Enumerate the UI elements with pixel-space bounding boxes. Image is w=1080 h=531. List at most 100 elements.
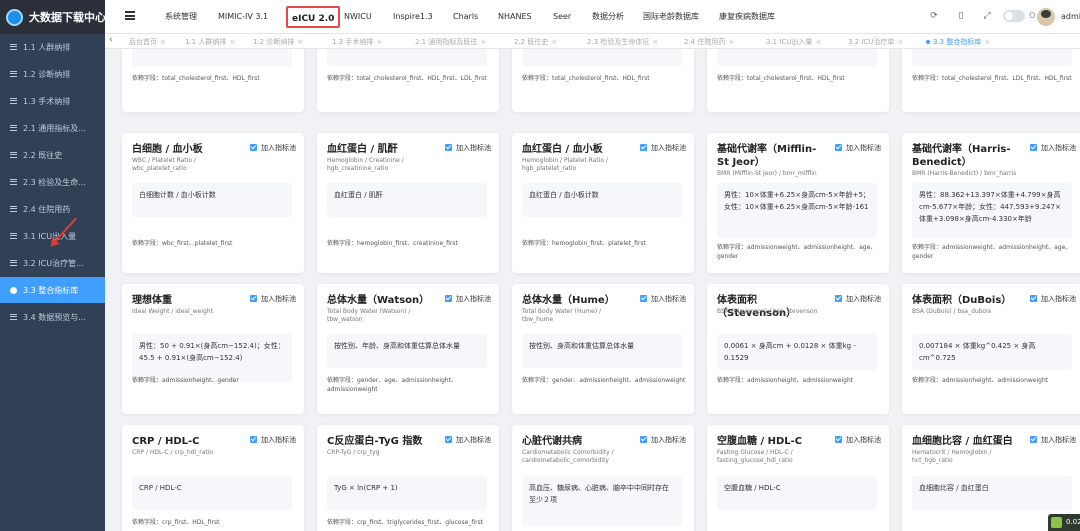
- top-nav-item[interactable]: 国际老龄数据库: [643, 0, 699, 34]
- add-to-pool-label: 加入指标池: [846, 295, 881, 303]
- add-to-pool-button[interactable]: 加入指标池: [640, 294, 686, 304]
- card-subtitle: Ideal Weight / ideal_weight: [132, 308, 213, 315]
- checkbox-checked-icon: [640, 144, 647, 151]
- add-to-pool-button[interactable]: 加入指标池: [835, 294, 881, 304]
- add-to-pool-button[interactable]: 加入指标池: [445, 294, 491, 304]
- tab-close-icon[interactable]: ×: [480, 38, 486, 46]
- top-nav-item[interactable]: 数据分析: [592, 0, 624, 34]
- card-subtitle: Total Body Water (Hume) / tbw_hume: [522, 308, 602, 323]
- indicator-card: CRP / HDL-C CRP / HDL-C / crp_hdl_ratio 加入…: [122, 425, 304, 531]
- tab-close-icon[interactable]: ×: [728, 38, 734, 46]
- add-to-pool-button[interactable]: 加入指标池: [445, 143, 491, 153]
- dependency-fields: 依赖字段：admissionweight、admissionheight、age…: [717, 244, 877, 260]
- top-nav-item[interactable]: Charls: [453, 0, 478, 34]
- add-to-pool-button[interactable]: 加入指标池: [250, 294, 296, 304]
- badge-icon: [1051, 517, 1062, 528]
- logo[interactable]: 大数据下载中心: [0, 0, 106, 34]
- dependency-fields: 依赖字段：total_cholesterol_first、HDL_first: [717, 75, 845, 82]
- tab-close-icon[interactable]: ×: [160, 38, 166, 46]
- add-to-pool-button[interactable]: 加入指标池: [250, 143, 296, 153]
- top-nav-item[interactable]: Seer: [553, 0, 571, 34]
- add-to-pool-label: 加入指标池: [651, 295, 686, 303]
- top-nav-item[interactable]: eICU 2.0: [286, 6, 341, 28]
- sidebar-item-label: 2.1 通用指标及...: [23, 123, 86, 133]
- tab[interactable]: 2.2 既往史 ×: [514, 36, 557, 48]
- top-nav-item[interactable]: 康复疾病数据库: [719, 0, 775, 34]
- tab-close-icon[interactable]: ×: [815, 38, 821, 46]
- sidebar-item[interactable]: 3.3 整合指标库: [0, 277, 105, 303]
- fullscreen-icon[interactable]: ⤢: [982, 11, 992, 21]
- sidebar-item[interactable]: 2.3 检验及生命...: [0, 169, 105, 195]
- add-to-pool-label: 加入指标池: [456, 144, 491, 152]
- indicator-card: 总胆固醇 - HDL-C 依赖字段：total_cholesterol_first…: [122, 49, 304, 112]
- tab[interactable]: 1.3 手术纳排 ×: [332, 36, 382, 48]
- add-to-pool-button[interactable]: 加入指标池: [835, 435, 881, 445]
- card-subtitle: Fasting Glucose / HDL-C / fasting_glucos…: [717, 449, 793, 464]
- tab[interactable]: 3.1 ICU出入量 ×: [766, 36, 821, 48]
- tabs-prev-icon[interactable]: ‹: [109, 35, 113, 45]
- top-nav-item[interactable]: 系统管理: [165, 0, 197, 34]
- menu-item-icon: [10, 152, 17, 158]
- menu-item-icon: [10, 233, 17, 239]
- username[interactable]: admin: [1061, 12, 1080, 21]
- tab[interactable]: 1.1 人群纳排 ×: [185, 36, 235, 48]
- tab-close-icon[interactable]: ×: [652, 38, 658, 46]
- formula-box: 白细胞计数 / 血小板计数: [132, 183, 292, 217]
- tab[interactable]: 3.2 ICU治疗单 ×: [848, 36, 903, 48]
- tab-close-icon[interactable]: ×: [897, 38, 903, 46]
- add-to-pool-button[interactable]: 加入指标池: [1030, 435, 1076, 445]
- refresh-icon[interactable]: ⟳: [929, 11, 939, 21]
- add-to-pool-button[interactable]: 加入指标池: [1030, 143, 1076, 153]
- tab-close-icon[interactable]: ×: [551, 38, 557, 46]
- avatar[interactable]: [1037, 8, 1055, 26]
- top-nav-item[interactable]: MIMIC-IV 3.1: [218, 0, 268, 34]
- indicator-card: 心脏代谢共病 Cardiometabolic Comorbidity / card…: [512, 425, 694, 531]
- indicator-card: 空腹血糖 / HDL-C Fasting Glucose / HDL-C / fa…: [707, 425, 889, 531]
- sidebar-item[interactable]: 1.3 手术纳排: [0, 88, 105, 114]
- add-to-pool-button[interactable]: 加入指标池: [640, 435, 686, 445]
- sidebar-item[interactable]: 2.1 通用指标及...: [0, 115, 105, 141]
- tab-label: 3.3 整合指标库: [933, 38, 982, 46]
- add-to-pool-button[interactable]: 加入指标池: [445, 435, 491, 445]
- add-to-pool-button[interactable]: 加入指标池: [250, 435, 296, 445]
- card-title: 体表面积（Stevenson）: [717, 295, 797, 319]
- dependency-fields: 依赖字段：gender、admissionheight、admissionwei…: [522, 377, 686, 384]
- top-navbar: 系统管理 MIMIC-IV 3.1 eICU 2.0 NWICU Inspire1.3 C…: [105, 0, 1080, 34]
- sidebar-item[interactable]: 1.1 人群纳排: [0, 34, 105, 60]
- sidebar-item[interactable]: 1.2 诊断纳排: [0, 61, 105, 87]
- sidebar-item[interactable]: 2.4 住院用药: [0, 196, 105, 222]
- menu-item-icon: [10, 286, 17, 294]
- sidebar-item[interactable]: 3.4 数据预览与...: [0, 304, 105, 330]
- theme-toggle[interactable]: [1003, 10, 1025, 22]
- tab-close-icon[interactable]: ×: [229, 38, 235, 46]
- tab[interactable]: 1.2 诊断纳排 ×: [253, 36, 303, 48]
- top-nav-item[interactable]: NHANES: [498, 0, 532, 34]
- tab-close-icon[interactable]: ×: [297, 38, 303, 46]
- indicator-card: C反应蛋白-TyG 指数 CRP-TyG / crp_tyg 加入指标池 TyG × …: [317, 425, 499, 531]
- tab[interactable]: 2.3 检验及生命体征 ×: [587, 36, 658, 48]
- add-to-pool-label: 加入指标池: [1041, 295, 1076, 303]
- add-to-pool-button[interactable]: 加入指标池: [640, 143, 686, 153]
- tab[interactable]: 2.1 通用指标及既往 ×: [415, 36, 486, 48]
- trash-icon[interactable]: ▯: [956, 11, 966, 21]
- tab[interactable]: 后台首页 ×: [129, 36, 166, 48]
- checkbox-checked-icon: [835, 295, 842, 302]
- top-nav-item[interactable]: NWICU: [344, 0, 372, 34]
- sidebar-item-label: 3.3 整合指标库: [23, 285, 79, 295]
- tab-close-icon[interactable]: ×: [376, 38, 382, 46]
- add-to-pool-button[interactable]: 加入指标池: [835, 143, 881, 153]
- add-to-pool-button[interactable]: 加入指标池: [1030, 294, 1076, 304]
- formula-box: 空腹血糖 / HDL-C: [717, 476, 877, 510]
- checkbox-checked-icon: [250, 144, 257, 151]
- menu-toggle-icon[interactable]: [125, 11, 135, 20]
- tab[interactable]: 3.3 整合指标库 ×: [926, 36, 990, 48]
- sidebar-item[interactable]: 3.2 ICU治疗管...: [0, 250, 105, 276]
- top-nav-item[interactable]: Inspire1.3: [393, 0, 433, 34]
- tab-label: 2.3 检验及生命体征: [587, 38, 650, 46]
- formula-box: 男性：88.362+13.397×体重+4.799×身高cm-5.677×年龄；…: [912, 183, 1072, 238]
- tab[interactable]: 2.4 住院用药 ×: [684, 36, 734, 48]
- tab-close-icon[interactable]: ×: [984, 38, 990, 46]
- sidebar-item-label: 2.4 住院用药: [23, 204, 71, 214]
- sidebar-item[interactable]: 2.2 既往史: [0, 142, 105, 168]
- formula-box: 按性别、身高和体重估算总体水量: [522, 334, 682, 368]
